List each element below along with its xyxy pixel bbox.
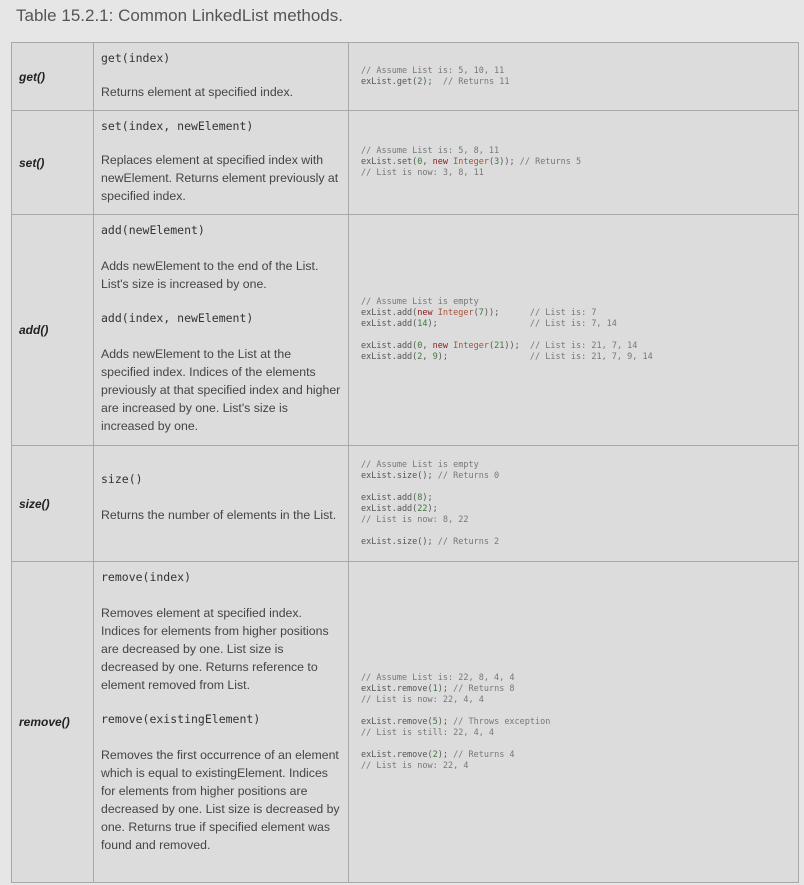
- code-example: // Assume List is: 5, 8, 11 exList.set(0,…: [348, 110, 799, 215]
- method-signature: add(newElement): [101, 223, 205, 237]
- code-line: // List is now: 22, 4, 4: [361, 694, 484, 705]
- table-row: add() add(newElement) Adds newElement to…: [11, 214, 799, 446]
- method-name: remove(): [11, 561, 94, 883]
- table-row: remove() remove(index) Removes element a…: [11, 561, 799, 883]
- method-signature: set(index, newElement): [101, 119, 254, 133]
- method-signature: remove(index): [101, 570, 192, 584]
- code-line: // Assume List is: 22, 8, 4, 4: [361, 672, 515, 683]
- code-line: exList.set(0, new Integer(3)); // Return…: [361, 157, 582, 167]
- code-example: // Assume List is: 5, 10, 11 exList.get(2…: [348, 42, 799, 111]
- method-signature: size(): [101, 472, 143, 486]
- code-line: exList.add(22);: [361, 503, 438, 514]
- method-signature: remove(existingElement): [101, 712, 261, 726]
- code-line: exList.add(14); // List is: 7, 14: [361, 319, 617, 329]
- linkedlist-methods-table: get() get(index) Returns element at spec…: [11, 42, 799, 883]
- table-row: set() set(index, newElement) Replaces el…: [11, 110, 799, 215]
- code-line: // List is now: 22, 4: [361, 760, 469, 771]
- method-description-cell: set(index, newElement) Replaces element …: [93, 110, 349, 215]
- code-line: exList.remove(2); // Returns 4: [361, 749, 515, 760]
- method-description: Adds newElement to the end of the List. …: [101, 259, 319, 291]
- method-signature: get(index): [101, 51, 171, 65]
- table-caption: Table 15.2.1: Common LinkedList methods.: [16, 6, 343, 25]
- code-example: // Assume List is empty exList.size(); //…: [348, 445, 799, 562]
- method-description-cell: get(index) Returns element at specified …: [93, 42, 349, 111]
- code-line: // List is now: 3, 8, 11: [361, 168, 484, 178]
- code-line: exList.add(0, new Integer(21)); // List …: [361, 341, 638, 351]
- method-name: add(): [11, 214, 94, 446]
- code-example: // Assume List is: 22, 8, 4, 4 exList.rem…: [348, 561, 799, 883]
- code-line: exList.remove(5); // Throws exception: [361, 716, 551, 727]
- method-description-cell: remove(index) Removes element at specifi…: [93, 561, 349, 883]
- method-description: Returns element at specified index.: [101, 85, 294, 99]
- code-line: // Assume List is: 5, 10, 11: [361, 65, 505, 76]
- table-row: size() size() Returns the number of elem…: [11, 445, 799, 562]
- code-line: exList.get(2); // Returns 11: [361, 76, 510, 87]
- method-description: Removes element at specified index. Indi…: [101, 606, 329, 692]
- method-signature: add(index, newElement): [101, 311, 254, 325]
- method-description: Adds newElement to the List at the speci…: [101, 347, 341, 433]
- code-line: // Assume List is empty: [361, 297, 479, 307]
- code-example: // Assume List is empty exList.add(new In…: [348, 214, 799, 446]
- code-line: // List is now: 8, 22: [361, 514, 469, 525]
- method-description-cell: add(newElement) Adds newElement to the e…: [93, 214, 349, 446]
- method-name: set(): [11, 110, 94, 215]
- method-name: get(): [11, 42, 94, 111]
- method-description: Removes the first occurrence of an eleme…: [101, 748, 340, 852]
- table-row: get() get(index) Returns element at spec…: [11, 42, 799, 111]
- code-line: exList.add(8);: [361, 492, 433, 503]
- code-line: exList.size(); // Returns 2: [361, 536, 500, 547]
- code-line: exList.add(2, 9); // List is: 21, 7, 9, …: [361, 352, 653, 362]
- method-name: size(): [11, 445, 94, 562]
- code-line: exList.size(); // Returns 0: [361, 470, 500, 481]
- code-line: // Assume List is empty: [361, 459, 479, 470]
- code-line: exList.add(new Integer(7)); // List is: …: [361, 308, 597, 318]
- method-description-cell: size() Returns the number of elements in…: [93, 445, 349, 562]
- method-description: Returns the number of elements in the Li…: [101, 508, 337, 522]
- code-line: // List is still: 22, 4, 4: [361, 727, 495, 738]
- method-description: Replaces element at specified index with…: [101, 153, 339, 203]
- code-line: // Assume List is: 5, 8, 11: [361, 146, 500, 156]
- code-line: exList.remove(1); // Returns 8: [361, 683, 515, 694]
